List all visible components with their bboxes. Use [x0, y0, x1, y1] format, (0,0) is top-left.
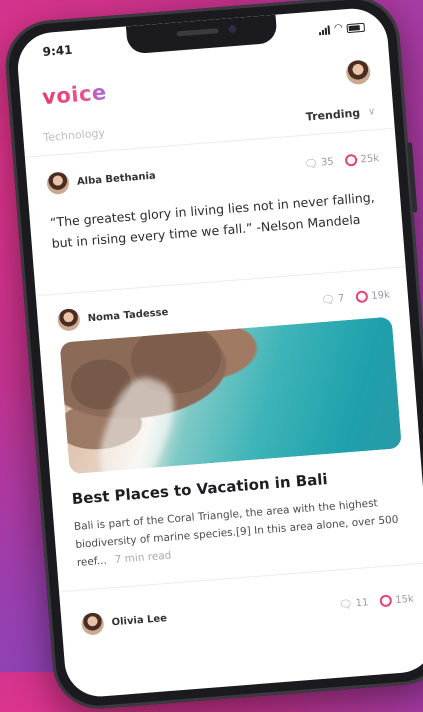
- author-name[interactable]: Olivia Lee: [111, 599, 339, 628]
- sort-dropdown[interactable]: Trending ∨: [305, 105, 376, 123]
- comments-button[interactable]: 🗨 35: [304, 155, 335, 170]
- wifi-icon: ◠: [333, 22, 344, 35]
- comment-icon: 🗨: [320, 292, 336, 307]
- like-count: 15k: [394, 593, 415, 606]
- read-time: 7 min read: [114, 549, 172, 566]
- signal-icon: [319, 24, 331, 35]
- likes-button[interactable]: 19k: [355, 289, 391, 304]
- like-count: 25k: [360, 152, 380, 165]
- author-avatar[interactable]: [80, 612, 105, 636]
- likes-button[interactable]: 15k: [379, 593, 415, 608]
- author-name[interactable]: Alba Bethania: [77, 158, 305, 187]
- comment-count: 7: [337, 292, 345, 305]
- comment-icon: 🗨: [303, 156, 319, 171]
- post-stats: 🗨 11 15k: [338, 592, 414, 611]
- post-header: Olivia Lee 🗨 11 15k: [80, 587, 415, 637]
- comment-count: 35: [320, 156, 335, 169]
- post-stats: 🗨 7 19k: [321, 288, 391, 306]
- status-time: 9:41: [42, 42, 73, 60]
- feed-post-article[interactable]: Noma Tadesse 🗨 7 19k Best Places to Vaca…: [35, 267, 423, 593]
- app-screen: 9:41 ◠ voice Technology Trending ∨ Alba …: [15, 6, 423, 700]
- chevron-down-icon: ∨: [367, 106, 376, 118]
- author-name[interactable]: Noma Tadesse: [87, 294, 321, 324]
- comment-count: 11: [355, 596, 369, 609]
- phone-side-button: [406, 142, 418, 213]
- comment-icon: 🗨: [338, 596, 354, 612]
- likes-button[interactable]: 25k: [345, 152, 379, 167]
- app-logo[interactable]: voice: [41, 80, 107, 109]
- battery-icon: [346, 22, 366, 33]
- like-icon: [379, 594, 393, 608]
- author-avatar[interactable]: [56, 308, 81, 332]
- category-filter[interactable]: Technology: [43, 126, 105, 144]
- phone-notch: [125, 14, 278, 55]
- phone-frame: 9:41 ◠ voice Technology Trending ∨ Alba …: [2, 0, 423, 712]
- like-icon: [345, 153, 359, 167]
- post-header: Alba Bethania 🗨 35 25k: [46, 146, 380, 196]
- post-stats: 🗨 35 25k: [304, 152, 380, 171]
- system-icons: ◠: [319, 22, 366, 36]
- like-icon: [355, 290, 369, 304]
- comments-button[interactable]: 🗨 11: [338, 596, 369, 611]
- author-avatar[interactable]: [46, 171, 70, 196]
- article-image[interactable]: [59, 316, 402, 475]
- comments-button[interactable]: 🗨 7: [320, 292, 345, 307]
- front-camera: [227, 24, 237, 34]
- like-count: 19k: [370, 289, 391, 302]
- speaker: [175, 28, 219, 37]
- profile-avatar[interactable]: [345, 59, 372, 86]
- sort-label: Trending: [305, 106, 361, 124]
- post-quote: “The greatest glory in living lies not i…: [49, 189, 376, 251]
